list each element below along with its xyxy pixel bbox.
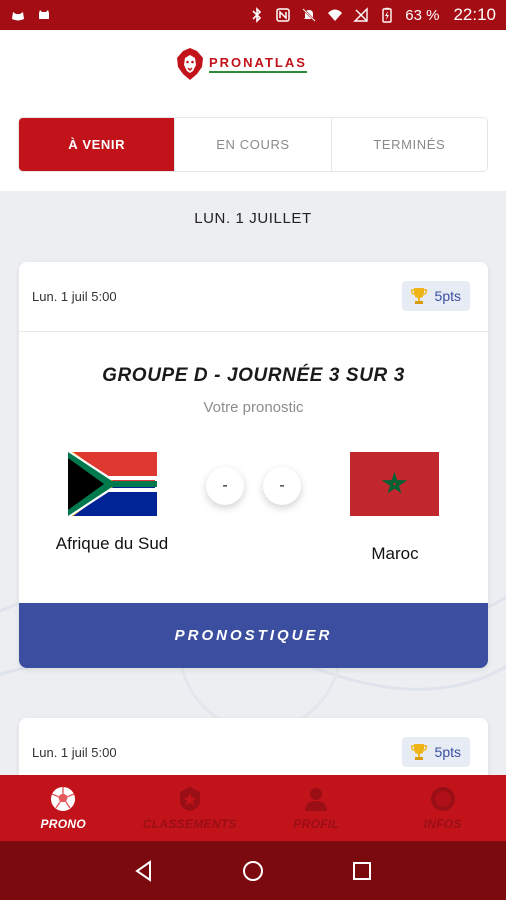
morocco-flag-icon	[350, 452, 439, 516]
south-africa-flag-icon	[68, 452, 157, 516]
lion-icon	[177, 48, 203, 80]
nav-infos-label: INFOS	[423, 817, 462, 831]
predict-button[interactable]: PRONOSTIQUER	[19, 603, 488, 668]
away-score-input[interactable]: -	[263, 467, 301, 505]
nav-prono[interactable]: PRONO	[0, 775, 127, 841]
nav-prono-label: PRONO	[40, 817, 86, 831]
points-badge: 5pts	[401, 737, 470, 767]
nav-profil[interactable]: PROFIL	[253, 775, 380, 841]
home-score-input[interactable]: -	[206, 467, 244, 505]
points-badge: 5pts	[401, 281, 470, 311]
soccer-ball-icon	[51, 787, 76, 811]
nav-classements-label: CLASSEMENTS	[142, 817, 237, 831]
logo-wordmark: PRONATLAS	[209, 55, 307, 73]
home-icon[interactable]	[241, 859, 265, 883]
match-card: Lun. 1 juil 5:00 5pts GROUPE D - JOURNÉE…	[19, 262, 488, 668]
match-datetime: Lun. 1 juil 5:00	[32, 745, 117, 760]
app-header: PRONATLAS À VENIR EN COURS TERMINÉS	[0, 30, 506, 191]
nav-profil-label: PROFIL	[293, 817, 340, 831]
signal-icon	[353, 7, 369, 23]
bluetooth-icon	[249, 7, 265, 23]
match-group-title: GROUPE D - JOURNÉE 3 SUR 3	[102, 365, 405, 386]
tab-finished[interactable]: TERMINÉS	[332, 118, 487, 171]
match-status-tabs: À VENIR EN COURS TERMINÉS	[19, 118, 487, 171]
wifi-icon	[327, 7, 343, 23]
app-logo: PRONATLAS	[175, 47, 307, 81]
trophy-icon	[410, 743, 427, 761]
info-icon	[430, 787, 455, 811]
battery-percent: 63 %	[405, 6, 440, 24]
nfc-icon	[275, 7, 291, 23]
clock: 22:10	[453, 5, 496, 24]
bottom-navigation: PRONO CLASSEMENTS PROFIL INFOS	[0, 775, 506, 841]
system-navigation-bar	[0, 841, 506, 900]
mute-icon	[301, 7, 317, 23]
home-team-name: Afrique du Sud	[55, 534, 169, 553]
star-badge-icon	[179, 787, 200, 811]
points-value: 5pts	[434, 288, 461, 304]
match-datetime: Lun. 1 juil 5:00	[32, 289, 117, 304]
android-icon	[36, 7, 52, 23]
away-team-name: Maroc	[371, 544, 419, 563]
prediction-label: Votre pronostic	[203, 399, 304, 416]
tab-in-progress[interactable]: EN COURS	[175, 118, 332, 171]
recents-icon[interactable]	[350, 859, 374, 883]
points-value: 5pts	[434, 744, 461, 760]
nav-infos[interactable]: INFOS	[380, 775, 506, 841]
tab-upcoming[interactable]: À VENIR	[19, 118, 176, 171]
status-bar: 63 % 22:10	[0, 0, 506, 30]
nav-classements[interactable]: CLASSEMENTS	[127, 775, 254, 841]
battery-icon	[379, 7, 395, 23]
trophy-icon	[410, 287, 427, 305]
match-card-header: Lun. 1 juil 5:00 5pts	[19, 262, 488, 332]
person-icon	[305, 788, 328, 811]
date-section-header: LUN. 1 JUILLET	[194, 210, 312, 227]
back-icon[interactable]	[132, 859, 156, 883]
cat-icon	[10, 7, 26, 23]
